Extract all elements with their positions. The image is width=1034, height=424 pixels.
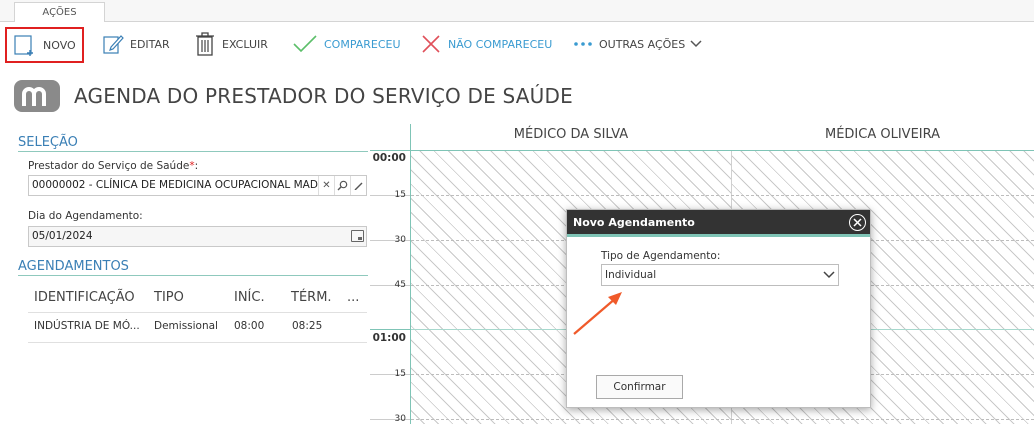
prestador-input[interactable]: 00000002 - CLÍNICA DE MEDICINA OCUPACION…: [28, 175, 367, 196]
col-more[interactable]: ...: [347, 290, 359, 305]
cell-inic: 08:00: [234, 320, 265, 332]
time-label: 01:00: [372, 332, 406, 344]
schedule-column-header: MÉDICA OLIVEIRA: [824, 127, 941, 142]
compareceu-label: COMPARECEU: [324, 37, 401, 51]
agendamentos-section-title: AGENDAMENTOS: [18, 259, 368, 276]
check-icon: [293, 35, 317, 53]
prestador-label: Prestador do Serviço de Saúde*:: [28, 160, 199, 172]
compareceu-button[interactable]: COMPARECEU: [292, 22, 401, 66]
editar-button[interactable]: EDITAR: [102, 22, 170, 66]
time-label: 15: [394, 369, 406, 379]
novo-label: NOVO: [43, 38, 76, 52]
calendar-icon[interactable]: [351, 230, 364, 242]
tipo-agendamento-label: Tipo de Agendamento:: [601, 250, 721, 262]
edit-pencil-icon[interactable]: [350, 176, 366, 195]
grid-line: [411, 419, 1034, 420]
confirmar-button[interactable]: Confirmar: [596, 375, 683, 399]
outras-acoes-label: OUTRAS AÇÕES: [599, 37, 686, 51]
time-label: 15: [394, 190, 406, 200]
outras-acoes-button[interactable]: OUTRAS AÇÕES: [573, 22, 709, 66]
schedule-column-header: MÉDICO DA SILVA: [513, 127, 629, 142]
clear-icon[interactable]: ✕: [318, 176, 334, 195]
prestador-value: 00000002 - CLÍNICA DE MEDICINA OCUPACION…: [32, 179, 326, 191]
chevron-down-icon: [690, 40, 702, 48]
time-label: 30: [394, 414, 406, 424]
close-icon[interactable]: [849, 214, 866, 231]
editar-label: EDITAR: [130, 37, 170, 51]
more-dots-icon: [574, 42, 592, 46]
col-identificacao[interactable]: IDENTIFICAÇÃO: [34, 290, 135, 305]
trash-icon: [196, 32, 214, 56]
dia-label: Dia do Agendamento:: [28, 210, 143, 222]
tipo-agendamento-select[interactable]: Individual: [601, 264, 839, 286]
novo-button[interactable]: NOVO: [5, 27, 84, 63]
cell-tipo: Demissional: [154, 320, 218, 332]
ribbon-toolbar: NOVO EDITAR EXCLUIR COMPARECEU NÃO COMPA…: [0, 22, 1034, 66]
time-label: 30: [394, 235, 406, 245]
nao-compareceu-label: NÃO COMPARECEU: [448, 37, 553, 51]
excluir-label: EXCLUIR: [222, 37, 268, 51]
page-title: AGENDA DO PRESTADOR DO SERVIÇO DE SAÚDE: [74, 84, 573, 108]
selecao-section-title: SELEÇÃO: [18, 135, 368, 152]
col-inic[interactable]: INÍC.: [234, 290, 265, 305]
search-icon[interactable]: [334, 176, 350, 195]
dia-input[interactable]: 05/01/2024: [28, 226, 367, 247]
ribbon-tab-bar: AÇÕES: [0, 0, 1034, 23]
table-divider: [28, 312, 367, 313]
time-column: 00:00 15 30 45 01:00 15 30: [370, 124, 410, 424]
chevron-down-icon[interactable]: [820, 265, 838, 285]
new-document-icon: [14, 35, 33, 56]
dialog-title: Novo Agendamento: [573, 216, 695, 229]
time-label: 45: [394, 280, 406, 290]
col-term[interactable]: TÉRM.: [291, 290, 332, 305]
dialog-header: Novo Agendamento: [567, 210, 870, 237]
time-label: 00:00: [372, 152, 406, 164]
edit-pencil-icon: [103, 35, 124, 54]
grid-line: [411, 195, 1034, 196]
x-mark-icon: [422, 35, 440, 53]
col-tipo[interactable]: TIPO: [154, 290, 184, 305]
tab-acoes[interactable]: AÇÕES: [14, 2, 105, 23]
cell-term: 08:25: [292, 320, 323, 332]
cell-identificacao: INDÚSTRIA DE MÓ...: [34, 320, 140, 332]
annotation-arrow-icon: [573, 292, 622, 335]
table-divider: [28, 342, 367, 343]
app-logo-icon: [14, 80, 60, 112]
tipo-agendamento-value: Individual: [605, 269, 657, 281]
excluir-button[interactable]: EXCLUIR: [194, 22, 268, 66]
dia-value: 05/01/2024: [32, 230, 93, 242]
nao-compareceu-button[interactable]: NÃO COMPARECEU: [420, 22, 552, 66]
